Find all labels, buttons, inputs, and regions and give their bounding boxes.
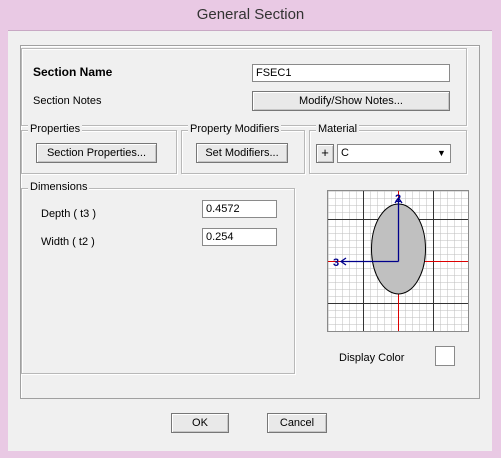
material-legend: Material (316, 123, 360, 135)
section-preview-drawing: 2 3 (328, 191, 468, 331)
axis-2-label: 2 (395, 193, 401, 205)
properties-group: Properties Section Properties... (21, 123, 177, 174)
chevron-down-icon[interactable]: ▼ (435, 147, 448, 160)
section-name-label: Section Name (33, 65, 113, 79)
width-input[interactable]: 0.254 (202, 228, 277, 246)
section-preview: 2 3 (327, 190, 469, 332)
material-select[interactable]: C ▼ (337, 144, 451, 163)
depth-label: Depth ( t3 ) (41, 208, 97, 220)
dimensions-legend: Dimensions (28, 181, 90, 193)
title-bar: General Section (0, 0, 501, 30)
width-label: Width ( t2 ) (41, 236, 95, 248)
section-notes-label: Section Notes (33, 95, 102, 107)
depth-input[interactable]: 0.4572 (202, 200, 277, 218)
material-group: Material + C ▼ (309, 123, 467, 174)
material-select-value: C (341, 147, 349, 159)
content-panel: Section Name FSEC1 Section Notes Modify/… (20, 45, 480, 399)
section-properties-button[interactable]: Section Properties... (36, 143, 157, 163)
axis-3-label: 3 (333, 257, 339, 269)
window-title: General Section (196, 6, 305, 23)
display-color-label: Display Color (339, 352, 405, 364)
dialog-body: Section Name FSEC1 Section Notes Modify/… (8, 30, 492, 451)
add-material-button[interactable]: + (316, 144, 334, 163)
cancel-button[interactable]: Cancel (267, 413, 327, 433)
properties-legend: Properties (28, 123, 83, 135)
property-modifiers-group: Property Modifiers Set Modifiers... (181, 123, 305, 174)
section-name-input[interactable]: FSEC1 (252, 64, 450, 82)
property-modifiers-legend: Property Modifiers (188, 123, 282, 135)
dimensions-group: Dimensions Depth ( t3 ) 0.4572 Width ( t… (21, 181, 295, 374)
set-modifiers-button[interactable]: Set Modifiers... (196, 143, 288, 163)
display-color-swatch[interactable] (435, 346, 455, 366)
modify-show-notes-button[interactable]: Modify/Show Notes... (252, 91, 450, 111)
section-name-group: Section Name FSEC1 Section Notes Modify/… (21, 48, 467, 126)
ok-button[interactable]: OK (171, 413, 229, 433)
